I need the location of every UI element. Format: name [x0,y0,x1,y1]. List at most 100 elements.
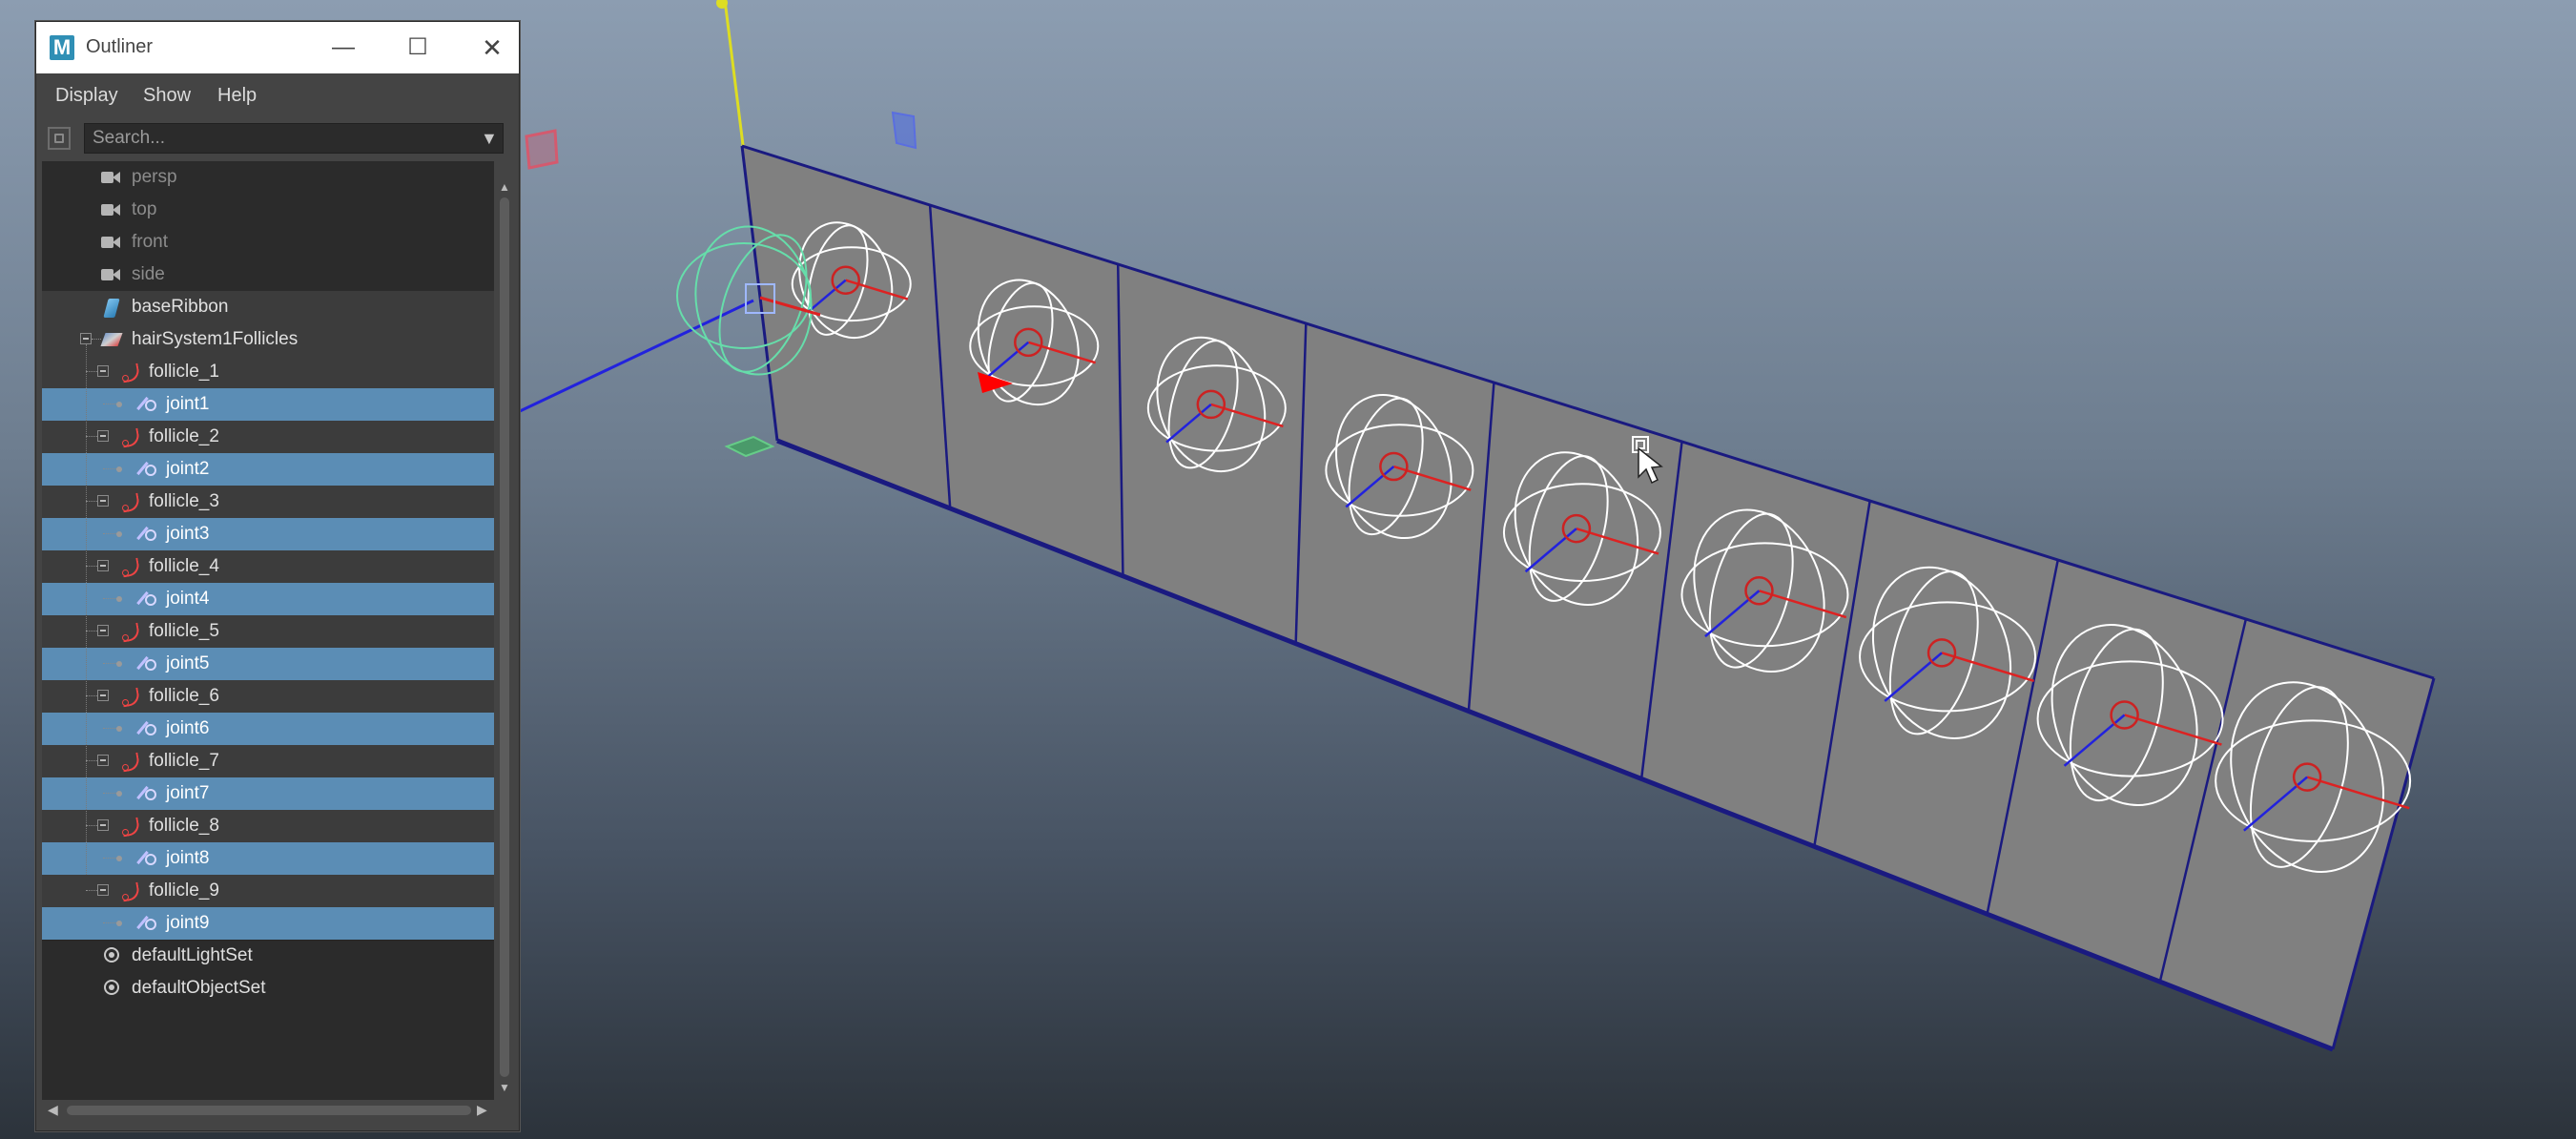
tree-label-joint: joint1 [166,394,210,414]
tree-row-follicle[interactable]: follicle_4 [42,550,494,584]
camera-icon [101,266,122,283]
collapse-toggle-icon[interactable] [97,365,109,377]
search-row: ▼ [36,117,519,159]
menu-display[interactable]: Display [55,75,118,115]
tree-label-joint: joint5 [166,653,210,673]
scroll-down-arrow-icon[interactable]: ▼ [499,1081,510,1094]
collapse-toggle-icon[interactable] [80,333,92,344]
tree-row-follicle[interactable]: follicle_6 [42,680,494,714]
object-set-icon [101,947,122,964]
scroll-up-arrow-icon[interactable]: ▲ [499,180,510,194]
tree-label-joint: joint7 [166,783,210,803]
tree-row-joint[interactable]: joint4 [42,583,494,616]
collapse-toggle-icon[interactable] [97,690,109,701]
collapse-toggle-icon[interactable] [97,819,109,831]
tree-label-baseribbon: baseRibbon [132,297,229,317]
collapse-toggle-icon[interactable] [97,430,109,442]
menu-show[interactable]: Show [143,75,191,115]
tree-label-follicle: follicle_2 [149,426,219,446]
red-control-marker [525,129,559,170]
minimize-button[interactable]: — [324,30,362,66]
joint-icon [137,396,158,413]
window-title: Outliner [86,36,154,57]
tree-label-follicle: follicle_7 [149,751,219,771]
vertical-scrollbar[interactable]: ▲ ▼ [496,180,513,1098]
tree-label-joint: joint2 [166,459,210,479]
tree-label-set: defaultLightSet [132,945,253,965]
tree-row-follicle[interactable]: follicle_9 [42,875,494,908]
outliner-tree[interactable]: persp top front side baseRibbon hairSyst… [42,161,494,1100]
joint-icon [137,655,158,673]
outliner-window[interactable]: M Outliner — ☐ ✕ Display Show Help ▼ per… [35,21,520,1131]
tree-row-baseribbon[interactable]: baseRibbon [42,291,494,323]
tree-label-joint: joint8 [166,848,210,868]
follicle-icon [118,688,139,706]
tree-row-side[interactable]: side [42,259,494,291]
blue-control-marker [891,111,917,150]
tree-row-joint[interactable]: joint5 [42,648,494,681]
title-bar[interactable]: M Outliner — ☐ ✕ [36,22,519,73]
tree-row-hairsystem[interactable]: hairSystem1Follicles [42,323,494,356]
tree-row-joint[interactable]: joint1 [42,388,494,422]
tree-row-defaultlightset[interactable]: defaultLightSet [42,940,494,972]
tree-row-follicle[interactable]: follicle_8 [42,810,494,843]
tree-row-joint[interactable]: joint8 [42,842,494,876]
tree-label-follicle: follicle_4 [149,556,219,576]
tree-row-defaultobjectset[interactable]: defaultObjectSet [42,972,494,1004]
tree-row-joint[interactable]: joint7 [42,777,494,811]
scroll-right-arrow-icon[interactable]: ▶ [477,1102,487,1118]
menu-bar: Display Show Help [36,75,519,115]
tree-label-follicle: follicle_3 [149,491,219,511]
collapse-toggle-icon[interactable] [97,884,109,896]
collapse-toggle-icon[interactable] [97,560,109,571]
horizontal-scrollbar[interactable]: ◀ ▶ [42,1100,494,1121]
search-input[interactable] [84,123,504,154]
collapse-toggle-icon[interactable] [97,625,109,636]
world-y-axis [723,0,746,154]
tree-label-side: side [132,264,165,284]
tree-row-joint[interactable]: joint2 [42,453,494,487]
camera-icon [101,201,122,218]
hair-system-icon [101,331,122,348]
joint-icon [137,526,158,543]
follicle-icon [118,558,139,576]
tree-row-persp[interactable]: persp [42,161,494,194]
tree-row-joint[interactable]: joint9 [42,907,494,941]
tree-row-follicle[interactable]: follicle_5 [42,615,494,649]
tree-row-top[interactable]: top [42,194,494,226]
collapse-toggle-icon[interactable] [97,755,109,766]
maximize-button[interactable]: ☐ [399,30,437,66]
joint-icon [137,915,158,932]
collapse-toggle-icon[interactable] [97,495,109,507]
close-button[interactable]: ✕ [473,30,511,66]
camera-icon [101,169,122,186]
joint-icon [137,785,158,802]
tree-row-follicle[interactable]: follicle_7 [42,745,494,778]
world-z-axis [517,299,754,414]
filter-icon[interactable] [48,127,71,150]
tree-label-front: front [132,232,169,252]
object-set-icon [101,980,122,997]
scroll-left-arrow-icon[interactable]: ◀ [48,1102,58,1118]
tree-label-joint: joint9 [166,913,210,933]
tree-row-joint[interactable]: joint3 [42,518,494,551]
horizontal-scroll-thumb[interactable] [67,1106,471,1115]
maya-logo-icon: M [50,35,74,60]
joint-icon [137,850,158,867]
tree-label-follicle: follicle_6 [149,686,219,706]
vertical-scroll-thumb[interactable] [500,197,509,1077]
follicle-icon [118,363,139,382]
joint-icon [137,461,158,478]
search-options-arrow-icon[interactable]: ▼ [481,129,498,149]
tree-row-follicle[interactable]: follicle_2 [42,421,494,454]
tree-row-joint[interactable]: joint6 [42,713,494,746]
tree-row-front[interactable]: front [42,226,494,259]
tree-row-follicle[interactable]: follicle_3 [42,486,494,519]
tree-row-follicle[interactable]: follicle_1 [42,356,494,389]
follicle-icon [118,818,139,836]
tree-label-follicle: follicle_9 [149,880,219,901]
menu-help[interactable]: Help [217,75,257,115]
camera-icon [101,234,122,251]
tree-label-joint: joint6 [166,718,210,738]
tree-label-top: top [132,199,157,219]
